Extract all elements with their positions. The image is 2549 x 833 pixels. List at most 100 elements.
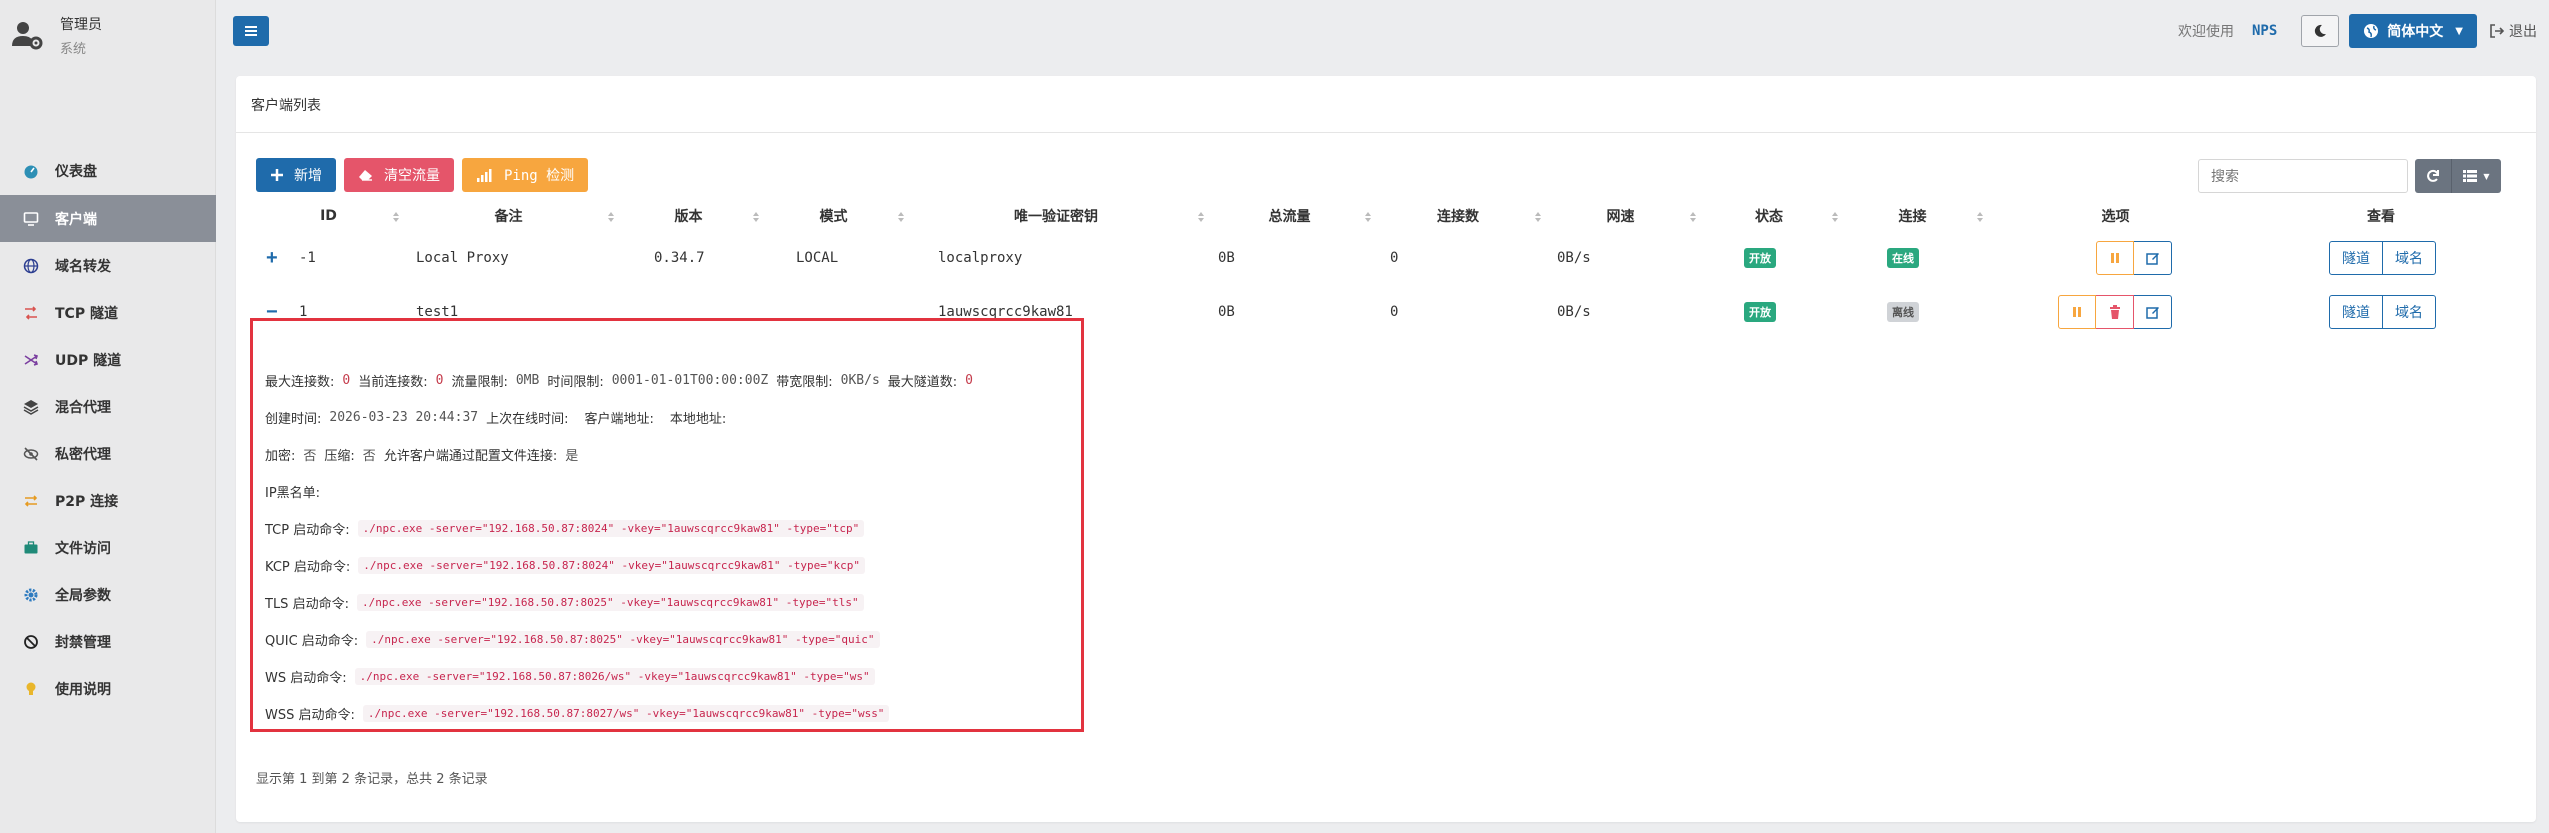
cell-conns: 0	[1390, 250, 1399, 266]
sort-icon	[1535, 212, 1541, 222]
sidebar-item-label: 域名转发	[55, 258, 111, 275]
edit-icon	[2145, 253, 2159, 265]
logout-icon	[2490, 24, 2505, 38]
cmd-code[interactable]: ./npc.exe -server="192.168.50.87:8025" -…	[356, 594, 864, 611]
col-label: 版本	[674, 209, 703, 225]
col-traffic[interactable]: 总流量	[1206, 200, 1373, 232]
local-addr-label: 本地地址:	[669, 412, 727, 427]
table-header: ID 备注 版本 模式 唯一验证密钥 总流量 连接数 网速 状态 连接 选项 查…	[256, 200, 2496, 232]
cell-mode: LOCAL	[796, 250, 839, 266]
add-button[interactable]: 新增	[256, 158, 336, 192]
cmd-ws: WS 启动命令: ./npc.exe -server="192.168.50.87…	[265, 667, 875, 686]
user-cog-icon	[12, 22, 43, 50]
refresh-button[interactable]	[2415, 159, 2451, 193]
delete-button[interactable]	[2096, 295, 2134, 329]
domain-button[interactable]: 域名	[2383, 295, 2436, 329]
col-vkey[interactable]: 唯一验证密钥	[906, 200, 1206, 232]
cmd-code[interactable]: ./npc.exe -server="192.168.50.87:8025" -…	[366, 631, 880, 648]
time-limit-value: 0001-01-01T00:00:00Z	[611, 373, 769, 388]
sidebar-item-help[interactable]: 使用说明	[0, 665, 216, 712]
pause-button[interactable]	[2058, 295, 2096, 329]
cell-speed: 0B/s	[1557, 304, 1591, 320]
sort-icon	[1198, 212, 1204, 222]
sidebar-item-files[interactable]: 文件访问	[0, 524, 216, 571]
blacklist-label: IP黑名单:	[265, 486, 321, 501]
globe-icon	[21, 256, 41, 276]
cmd-code[interactable]: ./npc.exe -server="192.168.50.87:8026/ws…	[354, 668, 875, 685]
col-label: 选项	[2101, 209, 2130, 225]
ping-button[interactable]: Ping 检测	[462, 158, 589, 192]
eraser-icon	[359, 170, 372, 181]
card-title: 客户端列表	[251, 98, 321, 114]
cell-traffic: 0B	[1218, 250, 1235, 266]
sidebar-item-clients[interactable]: 客户端	[0, 195, 216, 242]
status-badge: 开放	[1744, 302, 1776, 322]
sort-icon	[1365, 212, 1371, 222]
edit-button[interactable]	[2134, 295, 2172, 329]
compress-value: 否	[362, 449, 376, 464]
sidebar-item-p2p[interactable]: P2P 连接	[0, 477, 216, 524]
sidebar-item-mixed[interactable]: 混合代理	[0, 383, 216, 430]
pause-button[interactable]	[2096, 241, 2134, 275]
sidebar-item-dashboard[interactable]: 仪表盘	[0, 147, 216, 195]
cell-version: 0.34.7	[654, 250, 705, 266]
domain-button[interactable]: 域名	[2383, 241, 2436, 275]
sidebar-item-private[interactable]: 私密代理	[0, 430, 216, 477]
col-conns[interactable]: 连接数	[1373, 200, 1543, 232]
cell-status: 开放	[1744, 292, 1776, 332]
sidebar-item-ban[interactable]: 封禁管理	[0, 618, 216, 665]
sort-icon	[753, 212, 759, 222]
cell-options	[2096, 238, 2172, 278]
cell-remark: Local Proxy	[416, 250, 509, 266]
sidebar-item-label: 全局参数	[55, 587, 111, 604]
menu-toggle-button[interactable]	[233, 16, 269, 46]
created-value: 2026-03-23 20:44:37	[329, 410, 479, 425]
sort-icon	[608, 212, 614, 222]
cmd-code[interactable]: ./npc.exe -server="192.168.50.87:8027/ws…	[362, 705, 890, 722]
table-row: + -1 Local Proxy 0.34.7 LOCAL localproxy…	[256, 238, 2496, 278]
cmd-code[interactable]: ./npc.exe -server="192.168.50.87:8024" -…	[357, 520, 865, 537]
tunnel-button[interactable]: 隧道	[2329, 241, 2383, 275]
clear-traffic-button[interactable]: 清空流量	[344, 158, 454, 192]
chevron-down-icon: ▼	[2455, 25, 2463, 37]
edit-button[interactable]	[2134, 241, 2172, 275]
sidebar-item-domain[interactable]: 域名转发	[0, 242, 216, 289]
col-label: 网速	[1606, 209, 1635, 225]
compress-label: 压缩:	[324, 449, 355, 464]
cmd-code[interactable]: ./npc.exe -server="192.168.50.87:8024" -…	[358, 557, 865, 574]
col-label: 状态	[1755, 209, 1783, 225]
logout-button[interactable]: 退出	[2489, 21, 2537, 41]
col-label: 查看	[2367, 209, 2395, 225]
sort-icon	[898, 212, 904, 222]
col-remark[interactable]: 备注	[401, 200, 616, 232]
sidebar-item-tcp[interactable]: TCP 隧道	[0, 289, 216, 336]
divider	[236, 132, 2536, 133]
col-mode[interactable]: 模式	[761, 200, 906, 232]
tunnel-button[interactable]: 隧道	[2329, 295, 2383, 329]
col-id[interactable]: ID	[256, 200, 401, 232]
time-limit-label: 时间限制:	[547, 375, 604, 390]
sidebar-item-udp[interactable]: UDP 隧道	[0, 336, 216, 383]
col-status[interactable]: 状态	[1698, 200, 1840, 232]
globe-icon	[2364, 24, 2379, 38]
max-conn-value: 0	[342, 373, 351, 388]
clear-traffic-label: 清空流量	[384, 168, 440, 184]
table-tools: ▼	[2415, 159, 2501, 193]
sort-icon	[1690, 212, 1696, 222]
col-speed[interactable]: 网速	[1543, 200, 1698, 232]
columns-dropdown[interactable]: ▼	[2451, 159, 2501, 193]
expand-toggle[interactable]: +	[266, 238, 278, 278]
search-input[interactable]	[2198, 159, 2408, 193]
sort-icon	[1832, 212, 1838, 222]
brand-link[interactable]: NPS	[2252, 23, 2277, 39]
theme-toggle-button[interactable]	[2301, 15, 2340, 47]
topbar-right: 欢迎使用 NPS 简体中文 ▼ 退出	[2178, 14, 2537, 48]
col-link[interactable]: 连接	[1840, 200, 1985, 232]
cur-conn-value: 0	[435, 373, 444, 388]
sidebar-item-global[interactable]: 全局参数	[0, 571, 216, 618]
language-dropdown[interactable]: 简体中文 ▼	[2349, 14, 2477, 48]
udp-icon	[21, 350, 41, 370]
col-version[interactable]: 版本	[616, 200, 761, 232]
sidebar-nav: 仪表盘 客户端 域名转发 TCP 隧道 UDP 隧道 混合代理 私密代理 P2P…	[0, 147, 216, 712]
offline-badge: 离线	[1887, 302, 1919, 322]
